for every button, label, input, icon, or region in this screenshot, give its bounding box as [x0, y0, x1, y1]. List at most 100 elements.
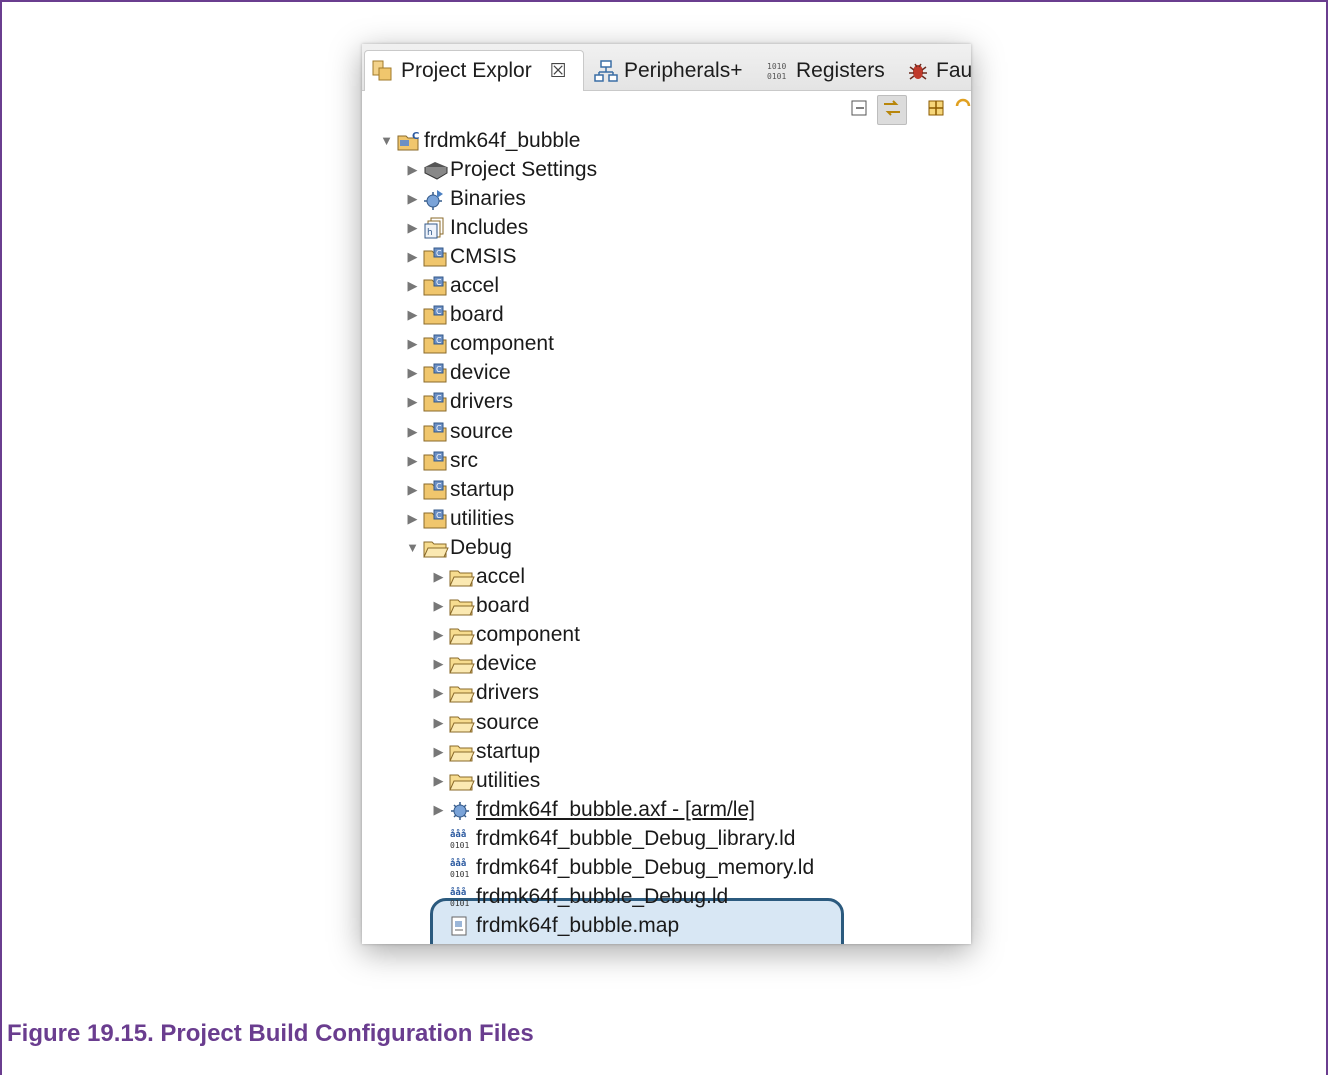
svg-text:0101: 0101 — [767, 72, 786, 81]
sync-button[interactable] — [953, 95, 971, 125]
svg-text:0101: 0101 — [450, 841, 469, 850]
tree-item-label: CMSIS — [450, 244, 517, 268]
tree-item[interactable]: ▶ device — [430, 650, 537, 679]
expand-toggle-icon[interactable]: ▶ — [404, 394, 421, 410]
project-explorer-panel: Project Explor ☒ Peripherals+ 1010 0101 R… — [362, 44, 971, 944]
tree-item[interactable]: ▼ Cfrdmk64f_bubble — [378, 126, 580, 155]
tree-item[interactable]: ▶ Binaries — [404, 184, 526, 213]
tree-item[interactable]: ▶ Csrc — [404, 446, 479, 475]
tree-item[interactable]: ▶ Cutilities — [404, 504, 515, 533]
tree-item-label: frdmk64f_bubble — [424, 128, 581, 152]
link-with-editor-icon — [881, 97, 903, 124]
tree-item[interactable]: ▶ Cdevice — [404, 359, 511, 388]
tree-item-label: startup — [450, 477, 515, 501]
sync-icon — [953, 98, 971, 123]
expand-toggle-icon[interactable]: ▶ — [430, 627, 447, 643]
collapse-all-button[interactable] — [845, 95, 875, 125]
view-toolbar — [843, 94, 971, 126]
tree-item[interactable]: ▶ frdmk64f_bubble.axf - [arm/le] — [430, 795, 755, 824]
expand-toggle-icon[interactable]: ▶ — [404, 336, 421, 352]
svg-text:C: C — [436, 424, 442, 433]
source-folder-icon: C — [423, 391, 449, 413]
tree-item-label: device — [476, 652, 537, 676]
tree-item[interactable]: ååå 0101 frdmk64f_bubble_Debug_library.ld — [430, 824, 795, 853]
expand-toggle-icon[interactable]: ▶ — [404, 307, 421, 323]
tree-item[interactable]: ▶ C CMSIS — [404, 242, 517, 271]
map-file-icon — [449, 915, 475, 937]
tree-item[interactable]: ▶ Ccomponent — [404, 330, 554, 359]
expand-toggle-icon[interactable]: ▶ — [430, 744, 447, 760]
expand-toggle-icon[interactable]: ▶ — [430, 715, 447, 731]
tree-item[interactable]: ååå 0101 frdmk64f_bubble_Debug.ld — [430, 883, 728, 912]
expand-toggle-icon[interactable]: ▶ — [430, 773, 447, 789]
tree-item[interactable]: ▶ Cdrivers — [404, 388, 514, 417]
folder-icon — [449, 624, 475, 646]
tab-registers[interactable]: 1010 0101 Registers — [766, 52, 885, 90]
tree-item[interactable]: ▶ utilities — [430, 766, 541, 795]
tree-item[interactable]: ▶ component — [430, 621, 580, 650]
tree-item[interactable]: ▶ Cboard — [404, 301, 504, 330]
expand-toggle-icon[interactable]: ▼ — [378, 133, 395, 148]
tree-item[interactable]: ▶ Csource — [404, 417, 514, 446]
settings-book-icon — [423, 159, 449, 181]
tree-item[interactable]: ▶ drivers — [430, 679, 540, 708]
expand-toggle-icon[interactable]: ▶ — [404, 365, 421, 381]
expand-toggle-icon[interactable]: ▶ — [404, 482, 421, 498]
peripherals-icon — [594, 59, 618, 83]
source-folder-icon: C — [423, 479, 449, 501]
link-with-editor-button[interactable] — [877, 95, 907, 125]
expand-toggle-icon[interactable]: ▶ — [430, 656, 447, 672]
tab-faults[interactable]: Fau — [906, 52, 971, 90]
folder-icon — [449, 712, 475, 734]
folder-icon — [449, 770, 475, 792]
expand-toggle-icon[interactable]: ▶ — [404, 511, 421, 527]
focus-icon — [926, 98, 946, 123]
tree-item-label: accel — [476, 565, 526, 588]
tab-label: Peripherals+ — [624, 59, 743, 82]
tree-item[interactable]: ▶ board — [430, 592, 530, 621]
tree-item-label: frdmk64f_bubble_Debug.ld — [476, 885, 729, 909]
tree-item-label: Binaries — [450, 186, 526, 210]
expand-toggle-icon[interactable]: ▶ — [404, 191, 421, 207]
tree-item-label: board — [476, 594, 530, 618]
expand-toggle-icon[interactable]: ▶ — [404, 249, 421, 265]
expand-toggle-icon[interactable]: ▶ — [404, 162, 421, 178]
expand-toggle-icon[interactable]: ▶ — [430, 598, 447, 614]
tree-item-label: component — [450, 332, 554, 356]
tree-item-label: utilities — [476, 768, 541, 792]
expand-toggle-icon[interactable]: ▶ — [430, 569, 447, 585]
tab-project-explorer[interactable]: Project Explor ☒ — [364, 50, 584, 91]
tree-item[interactable]: ▶ Caccel — [404, 272, 500, 301]
tree-item[interactable]: ▶ accel — [430, 563, 526, 592]
expand-toggle-icon[interactable]: ▶ — [404, 278, 421, 294]
tab-label: Project Explor — [401, 59, 532, 82]
registers-icon: 1010 0101 — [766, 59, 790, 83]
tree-item[interactable]: frdmk64f_bubble.map — [430, 912, 679, 941]
tab-peripherals[interactable]: Peripherals+ — [594, 52, 742, 90]
folder-icon — [449, 653, 475, 675]
svg-text:C: C — [436, 307, 442, 316]
tree-item[interactable]: ▼ Debug — [404, 533, 512, 562]
expand-toggle-icon[interactable]: ▶ — [404, 424, 421, 440]
tree-item[interactable]: ▶ Project Settings — [404, 155, 598, 184]
expand-toggle-icon[interactable]: ▶ — [430, 685, 447, 701]
expand-toggle-icon[interactable]: ▶ — [404, 453, 421, 469]
tab-label: Fau — [936, 59, 971, 82]
linker-script-icon: ååå 0101 — [449, 828, 475, 850]
expand-toggle-icon[interactable]: ▶ — [404, 220, 421, 236]
tree-item-label: drivers — [450, 390, 514, 414]
tree-item[interactable]: ▶ Cstartup — [404, 475, 515, 504]
expand-toggle-icon[interactable]: ▶ — [430, 802, 447, 818]
expand-toggle-icon[interactable]: ▼ — [404, 540, 421, 555]
source-folder-icon: C — [423, 362, 449, 384]
svg-text:C: C — [436, 482, 442, 491]
tree-item[interactable]: ▶ h Includes — [404, 213, 529, 242]
folder-icon — [423, 537, 449, 559]
tree-item[interactable]: ååå 0101 frdmk64f_bubble_Debug_memory.ld — [430, 854, 814, 883]
tab-label: Registers — [796, 59, 885, 82]
close-tab-icon[interactable]: ☒ — [550, 60, 567, 83]
tree-item[interactable]: ▶ startup — [430, 737, 541, 766]
folder-icon — [449, 595, 475, 617]
focus-button[interactable] — [921, 95, 951, 125]
tree-item[interactable]: ▶ source — [430, 708, 540, 737]
